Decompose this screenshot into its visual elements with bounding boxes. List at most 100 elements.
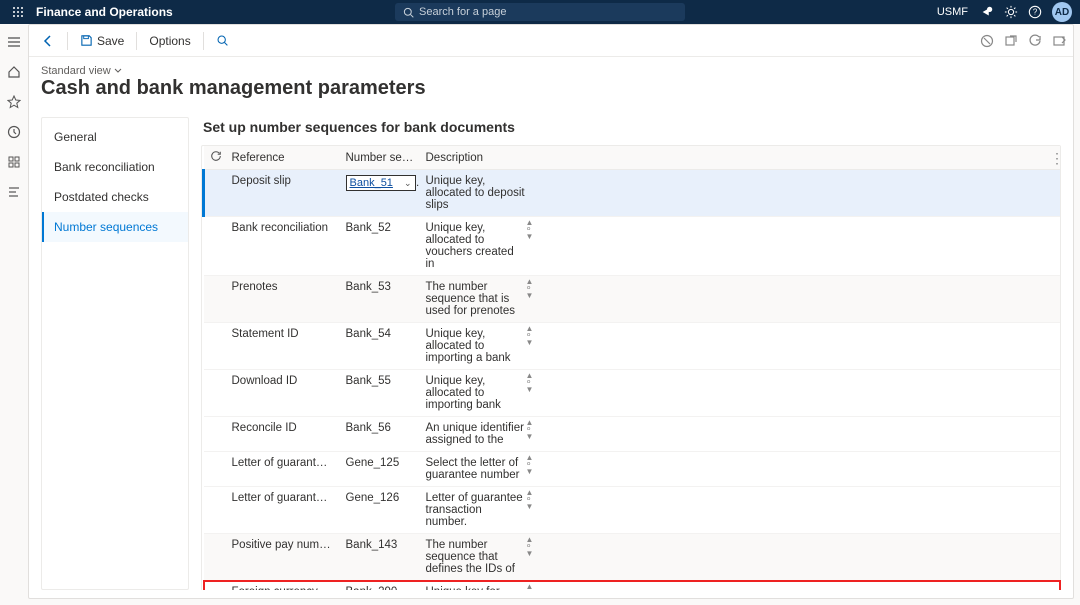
row-stepper[interactable]: ▲∘▼ bbox=[526, 326, 534, 346]
table-row[interactable]: Download IDBank_55Unique key, allocated … bbox=[204, 370, 1061, 417]
sequence-cell[interactable]: Gene_126 bbox=[340, 487, 420, 534]
sidemenu-bank-reconciliation[interactable]: Bank reconciliation bbox=[42, 152, 188, 182]
arrow-down-icon[interactable]: ▼ bbox=[526, 293, 534, 299]
arrow-down-icon[interactable]: ▼ bbox=[526, 504, 534, 510]
sidemenu-postdated-checks[interactable]: Postdated checks bbox=[42, 182, 188, 212]
description-cell: Unique key, allocated to deposit slips bbox=[420, 170, 1045, 217]
sequence-cell[interactable]: Bank_55 bbox=[340, 370, 420, 417]
more-header[interactable]: ⋮ bbox=[1044, 146, 1060, 170]
row-stepper[interactable]: ▲∘▼ bbox=[526, 373, 534, 393]
sequence-cell[interactable]: Bank_290 bbox=[340, 581, 420, 591]
page-title: Cash and bank management parameters bbox=[41, 77, 1061, 100]
row-stepper[interactable]: ▲∘▼ bbox=[526, 584, 534, 590]
row-stepper[interactable]: ▲∘▼ bbox=[526, 455, 534, 475]
row-stepper[interactable]: ▲∘▼ bbox=[526, 279, 534, 299]
table-row[interactable]: Letter of guarantee numberGene_125Select… bbox=[204, 452, 1061, 487]
sequence-cell[interactable]: Bank_52 bbox=[340, 217, 420, 276]
save-label: Save bbox=[97, 34, 124, 48]
search-page-button[interactable] bbox=[210, 31, 235, 50]
modules-icon[interactable] bbox=[4, 182, 24, 202]
attach-icon[interactable] bbox=[979, 33, 995, 49]
left-rail bbox=[0, 24, 28, 605]
home-icon[interactable] bbox=[4, 62, 24, 82]
reference-cell: Letter of guarantee number bbox=[226, 452, 340, 487]
reference-cell: Bank reconciliation bbox=[226, 217, 340, 276]
arrow-down-icon[interactable]: ▼ bbox=[526, 434, 534, 440]
table-row[interactable]: Deposit slipBank_51⌄Unique key, allocate… bbox=[204, 170, 1061, 217]
reference-cell: Letter of guarantee transa... bbox=[226, 487, 340, 534]
workspaces-icon[interactable] bbox=[4, 152, 24, 172]
back-button[interactable] bbox=[35, 31, 61, 51]
app-launcher-icon[interactable] bbox=[8, 2, 28, 22]
reference-cell: Prenotes bbox=[226, 276, 340, 323]
table-row[interactable]: PrenotesBank_53The number sequence that … bbox=[204, 276, 1061, 323]
description-cell: Unique key, allocated to importing a ban… bbox=[420, 323, 1045, 370]
arrow-down-icon[interactable]: ▼ bbox=[526, 551, 534, 557]
reference-cell: Foreign currency revaluati... bbox=[226, 581, 340, 591]
sequence-cell[interactable]: Bank_53 bbox=[340, 276, 420, 323]
search-placeholder: Search for a page bbox=[419, 6, 506, 18]
table-row[interactable]: Statement IDBank_54Unique key, allocated… bbox=[204, 323, 1061, 370]
svg-text:?: ? bbox=[1033, 8, 1038, 17]
chevron-down-icon bbox=[114, 67, 122, 75]
save-button[interactable]: Save bbox=[74, 31, 130, 51]
description-cell: The number sequence that is used for pre… bbox=[420, 276, 1045, 323]
arrow-down-icon[interactable]: ▼ bbox=[526, 340, 534, 346]
search-icon bbox=[403, 7, 414, 18]
page-header: Standard view Cash and bank management p… bbox=[29, 57, 1073, 104]
action-bar: Save Options bbox=[29, 25, 1073, 57]
popout-icon[interactable] bbox=[1003, 33, 1019, 49]
reference-cell: Deposit slip bbox=[226, 170, 340, 217]
reference-cell: Download ID bbox=[226, 370, 340, 417]
table-row[interactable]: Bank reconciliationBank_52Unique key, al… bbox=[204, 217, 1061, 276]
row-stepper[interactable]: ▲∘▼ bbox=[526, 537, 534, 557]
recent-icon[interactable] bbox=[4, 122, 24, 142]
reload-header[interactable] bbox=[204, 146, 226, 170]
sequence-cell[interactable]: Bank_56 bbox=[340, 417, 420, 452]
description-cell: Select the letter of guarantee number▲∘▼ bbox=[420, 452, 1045, 487]
sequence-header[interactable]: Number sequence ... bbox=[340, 146, 420, 170]
close-icon[interactable] bbox=[1051, 33, 1067, 49]
description-header[interactable]: Description bbox=[420, 146, 1045, 170]
table-row[interactable]: Foreign currency revaluati...Bank_290Uni… bbox=[204, 581, 1061, 591]
view-switcher[interactable]: Standard view bbox=[41, 65, 122, 77]
settings-icon[interactable] bbox=[1004, 5, 1018, 19]
notification-icon[interactable] bbox=[980, 5, 994, 19]
table-row[interactable]: Positive pay numberBank_143The number se… bbox=[204, 534, 1061, 581]
app-title: Finance and Operations bbox=[36, 5, 173, 19]
table-row[interactable]: Letter of guarantee transa...Gene_126Let… bbox=[204, 487, 1061, 534]
description-cell: Letter of guarantee transaction number.▲… bbox=[420, 487, 1045, 534]
reference-cell: Statement ID bbox=[226, 323, 340, 370]
help-icon[interactable]: ? bbox=[1028, 5, 1042, 19]
sequence-cell[interactable]: Bank_54 bbox=[340, 323, 420, 370]
reference-cell: Reconcile ID bbox=[226, 417, 340, 452]
arrow-down-icon[interactable]: ▼ bbox=[526, 387, 534, 393]
chevron-down-icon[interactable]: ⌄ bbox=[404, 178, 412, 189]
sidemenu-number-sequences[interactable]: Number sequences bbox=[42, 212, 188, 242]
options-button[interactable]: Options bbox=[143, 31, 196, 51]
row-stepper[interactable]: ▲∘▼ bbox=[526, 490, 534, 510]
reference-header[interactable]: Reference bbox=[226, 146, 340, 170]
arrow-down-icon[interactable]: ▼ bbox=[526, 234, 534, 240]
sequence-cell[interactable]: Gene_125 bbox=[340, 452, 420, 487]
description-cell: An unique identifier assigned to the▲∘▼ bbox=[420, 417, 1045, 452]
sidemenu-general[interactable]: General bbox=[42, 122, 188, 152]
global-search[interactable]: Search for a page bbox=[395, 3, 685, 21]
user-avatar[interactable]: AD bbox=[1052, 2, 1072, 22]
hamburger-icon[interactable] bbox=[4, 32, 24, 52]
refresh-icon[interactable] bbox=[1027, 33, 1043, 49]
number-sequences-table: Reference Number sequence ... Descriptio… bbox=[201, 145, 1061, 590]
sequence-cell[interactable]: Bank_143 bbox=[340, 534, 420, 581]
description-cell: Unique key, allocated to vouchers create… bbox=[420, 217, 1045, 276]
description-cell: Unique key for vouchers, used when posti… bbox=[420, 581, 1045, 591]
arrow-down-icon[interactable]: ▼ bbox=[526, 469, 534, 475]
table-row[interactable]: Reconcile IDBank_56An unique identifier … bbox=[204, 417, 1061, 452]
sequence-cell[interactable]: Bank_51⌄ bbox=[340, 170, 420, 217]
star-icon[interactable] bbox=[4, 92, 24, 112]
reference-cell: Positive pay number bbox=[226, 534, 340, 581]
row-stepper[interactable]: ▲∘▼ bbox=[526, 220, 534, 240]
main-panel: Set up number sequences for bank documen… bbox=[189, 117, 1061, 590]
description-cell: Unique key, allocated to importing bank▲… bbox=[420, 370, 1045, 417]
legal-entity[interactable]: USMF bbox=[937, 6, 968, 18]
row-stepper[interactable]: ▲∘▼ bbox=[526, 420, 534, 440]
